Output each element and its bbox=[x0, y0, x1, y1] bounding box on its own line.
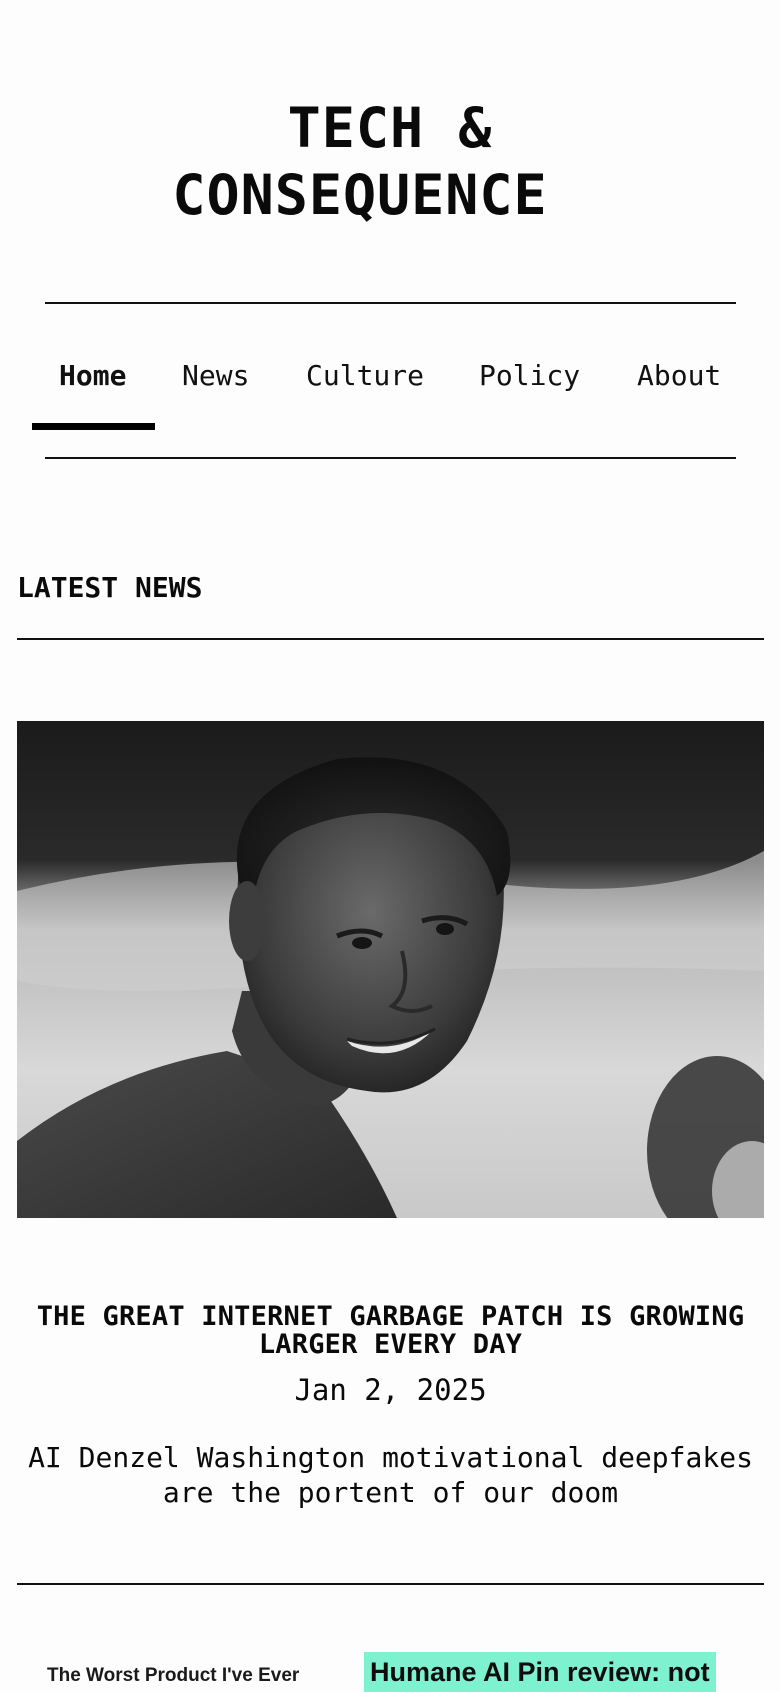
nav-active-indicator bbox=[32, 423, 155, 430]
site-title[interactable]: TECH & CONSEQUENCE bbox=[0, 95, 780, 229]
site-title-line-2: CONSEQUENCE bbox=[172, 163, 548, 227]
nav-item-news[interactable]: News bbox=[182, 352, 249, 400]
main-nav: Home News Culture Policy About bbox=[0, 352, 780, 400]
portrait-photo bbox=[17, 721, 764, 1218]
article-divider bbox=[17, 1583, 764, 1585]
nav-item-home[interactable]: Home bbox=[59, 352, 126, 400]
featured-article-summary: AI Denzel Washington motivational deepfa… bbox=[28, 1441, 753, 1509]
nav-top-divider bbox=[45, 302, 736, 304]
section-heading: LATEST NEWS bbox=[17, 571, 203, 604]
featured-article-image[interactable] bbox=[17, 721, 764, 1218]
featured-article-title[interactable]: THE GREAT INTERNET GARBAGE PATCH IS GROW… bbox=[17, 1303, 764, 1359]
next-article-card-left[interactable]: The Worst Product I've Ever bbox=[47, 1664, 299, 1688]
site-title-line-1: TECH & bbox=[287, 96, 493, 160]
section-divider bbox=[17, 638, 764, 640]
nav-bottom-divider bbox=[45, 457, 736, 459]
nav-item-culture[interactable]: Culture bbox=[306, 352, 424, 400]
nav-item-about[interactable]: About bbox=[637, 352, 721, 400]
featured-article-date: Jan 2, 2025 bbox=[294, 1373, 487, 1407]
nav-item-policy[interactable]: Policy bbox=[479, 352, 580, 400]
next-article-card-right[interactable]: Humane AI Pin review: not bbox=[364, 1652, 716, 1692]
